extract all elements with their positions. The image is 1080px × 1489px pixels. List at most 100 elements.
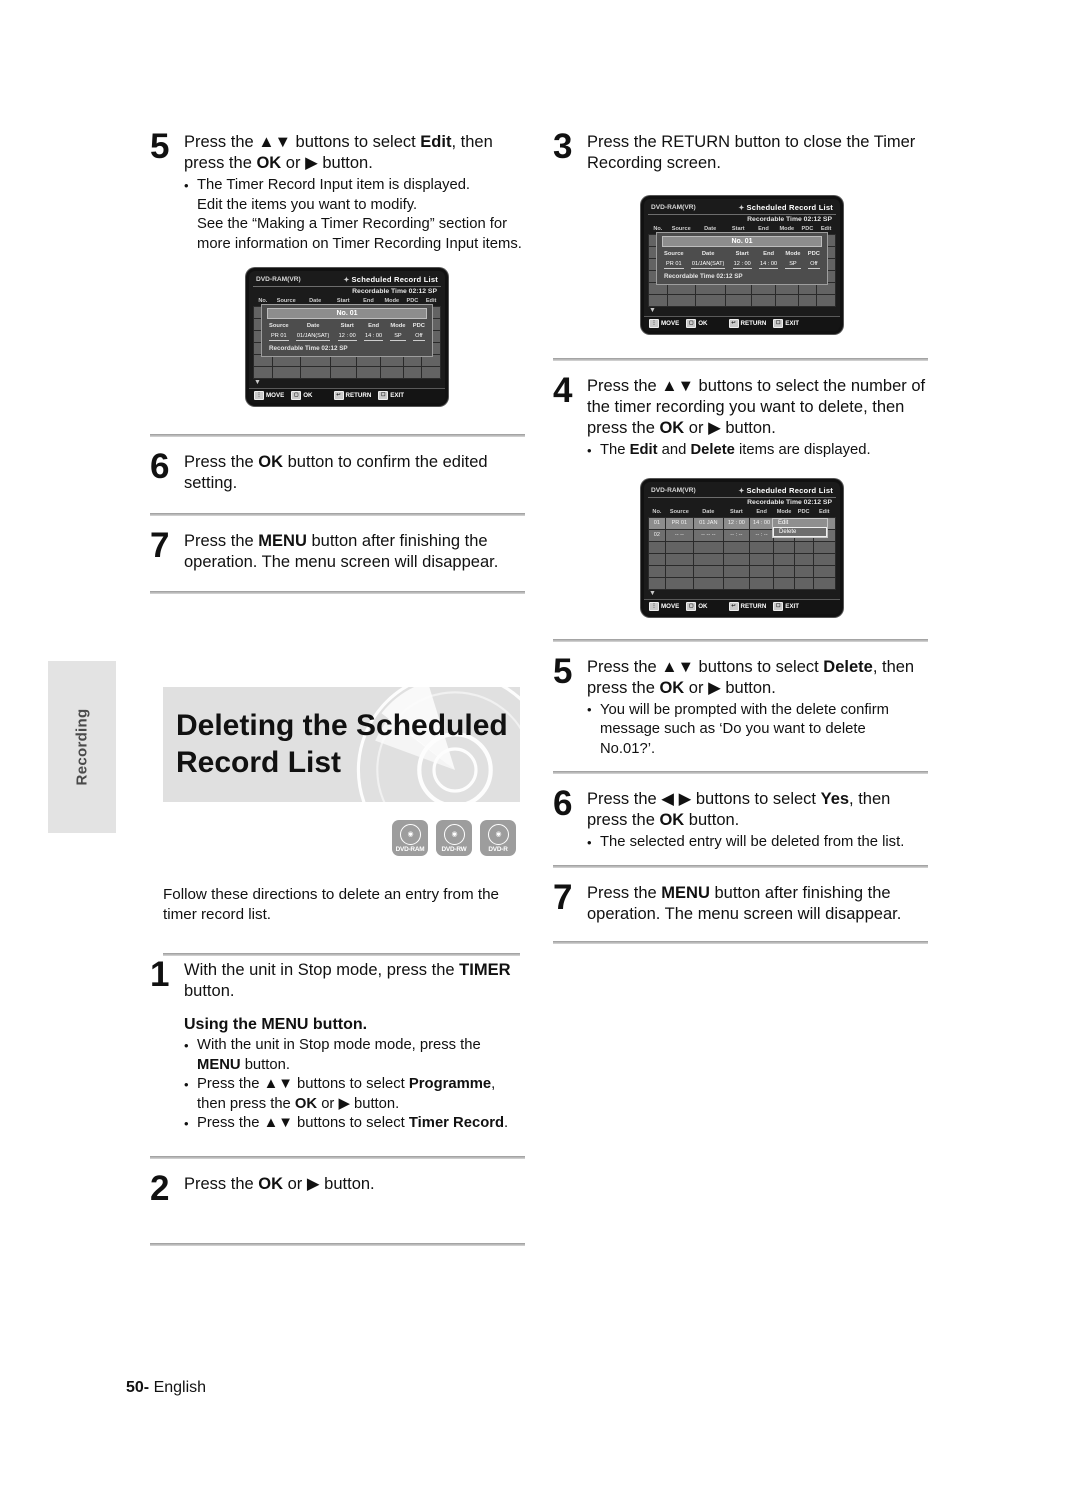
divider	[163, 953, 520, 956]
disc-type-label: DVD-RAM(VR)	[651, 486, 696, 494]
menu-note-heading: Using the MENU button.	[184, 1016, 368, 1033]
field-label: End	[763, 251, 775, 257]
step-7-menu: 7 Press the MENU button after finishing …	[150, 526, 525, 573]
field-value: SP	[785, 261, 801, 269]
left-column-lower: 1 With the unit in Stop mode, press the …	[150, 955, 525, 1259]
step-4-select-number: 4 Press the ▲▼ buttons to select the num…	[553, 373, 928, 461]
field-value: 01/JAN(SAT)	[295, 333, 331, 341]
disc-compatibility-badges: ◉ DVD-RAM ◉ DVD-RW ◉ DVD-R	[392, 820, 516, 856]
screen-control-bar: ⋮ MOVE ▢ OK ↩ RETURN ☐ EXIT	[644, 316, 840, 331]
emphasis-menu: MENU	[661, 883, 710, 902]
field-value: Off	[412, 333, 425, 341]
table-row[interactable]: --------	[648, 540, 836, 554]
screen-body: No. Source Date Start End Mode PDC Edit …	[253, 297, 441, 386]
menu-item-delete[interactable]: Delete	[773, 526, 827, 537]
divider	[150, 591, 525, 594]
text-fragment: items are displayed.	[734, 442, 871, 458]
disc-type-label: DVD-RAM(VR)	[256, 276, 301, 283]
diamond-icon: ✦	[738, 205, 745, 212]
cell-date: 01 JAN	[692, 516, 724, 530]
list-item: The Edit and Delete items are displayed.	[587, 441, 928, 461]
text-fragment: buttons to select	[290, 133, 421, 151]
leftright-arrows-icon: ◀ ▶	[661, 790, 692, 808]
step-6-yes: 6 Press the ◀ ▶ buttons to select Yes, t…	[553, 786, 928, 853]
control-return[interactable]: ↩ RETURN	[333, 391, 371, 400]
field-label: End	[368, 323, 380, 329]
bullet-line: See the “Making a Timer Recording” secti…	[197, 216, 508, 232]
right-triangle-icon: ▶	[708, 678, 721, 697]
disc-type-label: DVD-RAM(VR)	[651, 204, 696, 211]
emphasis-ok: OK	[256, 154, 282, 172]
text-fragment: Press the	[587, 790, 662, 808]
step-6-bullets: The selected entry will be deleted from …	[587, 833, 928, 853]
dpad-icon: ⋮	[649, 319, 659, 328]
divider	[553, 638, 928, 642]
table-row[interactable]: --------	[648, 552, 836, 566]
overlay-field-source[interactable]: Source PR 01	[269, 323, 289, 341]
dpad-icon: ⋮	[254, 391, 264, 400]
control-ok[interactable]: ▢ OK	[291, 391, 313, 400]
disc-ring-icon: ◉	[487, 823, 509, 845]
control-return[interactable]: ↩ RETURN	[728, 319, 766, 328]
control-ok[interactable]: ▢ OK	[686, 601, 708, 611]
menu-item-edit[interactable]: Edit	[773, 519, 827, 527]
scroll-down-icon[interactable]: ▼	[253, 379, 441, 386]
screen-mock-edit-delete-menu: DVD-RAM(VR) ✦ Scheduled Record List Recor…	[641, 478, 843, 617]
control-move[interactable]: ⋮ MOVE	[649, 601, 679, 611]
field-value: SP	[390, 333, 406, 341]
table-row[interactable]: --------	[648, 564, 836, 578]
cell-start: 12 : 00	[722, 516, 750, 530]
divider	[553, 771, 928, 774]
overlay-field-pdc[interactable]: PDC Off	[412, 323, 425, 341]
control-exit[interactable]: ☐ EXIT	[773, 319, 799, 328]
control-exit[interactable]: ☐ EXIT	[773, 601, 799, 611]
control-ok[interactable]: ▢ OK	[686, 319, 708, 328]
overlay-recordable-time: Recordable Time 02:12 SP	[664, 273, 743, 280]
control-move[interactable]: ⋮ MOVE	[254, 391, 284, 400]
step-4-text: Press the ▲▼ buttons to select the numbe…	[587, 376, 928, 439]
overlay-field-mode[interactable]: Mode SP	[390, 323, 406, 341]
scroll-down-icon[interactable]: ▼	[648, 590, 836, 597]
overlay-field-end[interactable]: End 14 : 00	[364, 323, 384, 341]
updown-arrows-icon: ▲▼	[263, 1076, 293, 1092]
overlay-field-date[interactable]: Date 01/JAN(SAT)	[690, 251, 726, 269]
text-fragment: buttons to select	[693, 657, 824, 676]
control-exit[interactable]: ☐ EXIT	[378, 391, 404, 400]
text-fragment: With the unit in Stop mode, press the	[184, 961, 460, 979]
text-fragment: Press the	[587, 657, 662, 676]
page-number: 50-	[126, 1379, 150, 1396]
table-row[interactable]: --------	[253, 366, 441, 379]
step-6-confirm: 6 Press the OK button to confirm the edi…	[150, 447, 525, 494]
diamond-icon: ✦	[738, 487, 745, 495]
updown-arrows-icon: ▲▼	[661, 657, 694, 676]
page-title: Deleting the Scheduled Record List	[163, 687, 520, 781]
list-item: The selected entry will be deleted from …	[587, 833, 928, 853]
page-title-line1: Deleting the Scheduled	[176, 709, 508, 742]
step-number: 1	[150, 955, 169, 994]
step-number: 6	[150, 447, 169, 486]
overlay-field-start[interactable]: Start 12 : 00	[732, 251, 752, 269]
table-row[interactable]: --------	[648, 576, 836, 590]
emphasis-ok: OK	[258, 453, 284, 471]
divider	[150, 434, 525, 437]
list-item: Press the ▲▼ buttons to select Timer Rec…	[184, 1114, 525, 1134]
overlay-field-mode[interactable]: Mode SP	[785, 251, 801, 269]
text-fragment: or	[684, 419, 709, 437]
overlay-field-start[interactable]: Start 12 : 00	[337, 323, 357, 341]
table-row[interactable]: --------	[648, 294, 836, 307]
text-fragment: Press the	[184, 1174, 259, 1193]
control-return[interactable]: ↩ RETURN	[728, 601, 766, 611]
overlay-field-end[interactable]: End 14 : 00	[759, 251, 779, 269]
emphasis-timer-record: Timer Record	[408, 1115, 505, 1131]
exit-icon: ☐	[773, 319, 784, 328]
overlay-field-date[interactable]: Date 01/JAN(SAT)	[295, 323, 331, 341]
overlay-recordable-time: Recordable Time 02:12 SP	[269, 345, 348, 352]
control-move[interactable]: ⋮ MOVE	[649, 319, 679, 328]
step-5-text: Press the ▲▼ buttons to select Delete, t…	[587, 657, 928, 699]
field-value: PR 01	[269, 333, 289, 341]
overlay-field-source[interactable]: Source PR 01	[664, 251, 684, 269]
step-number: 7	[150, 526, 169, 565]
scroll-down-icon[interactable]: ▼	[648, 307, 836, 314]
bullet-line: The Timer Record Input item is displayed…	[197, 177, 471, 193]
overlay-field-pdc[interactable]: PDC Off	[807, 251, 820, 269]
